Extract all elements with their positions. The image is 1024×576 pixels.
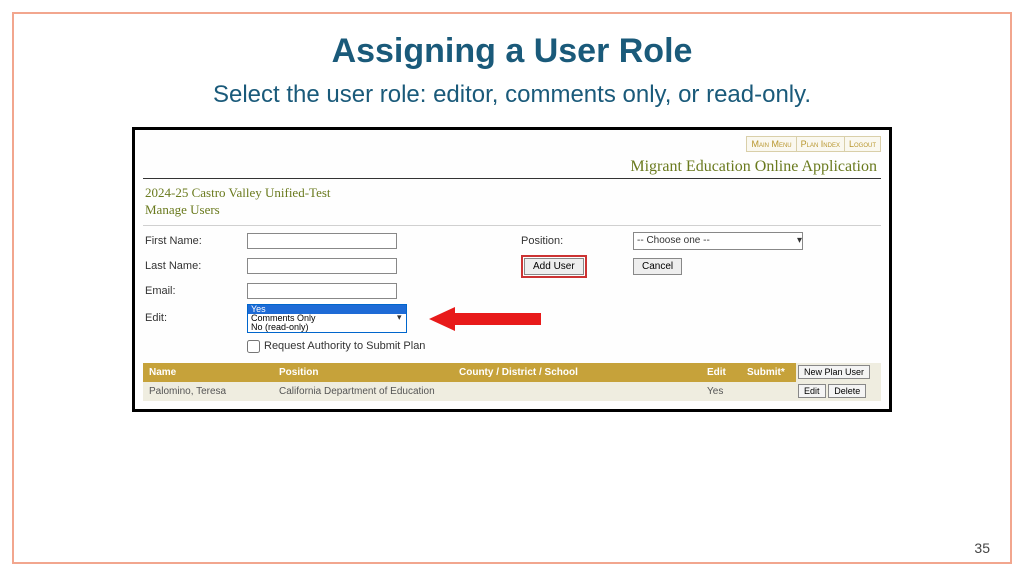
page-number: 35 bbox=[974, 540, 990, 556]
col-position: Position bbox=[273, 363, 453, 382]
row-edit-button[interactable]: Edit bbox=[798, 384, 826, 398]
app-screenshot: Main MenuPlan IndexLogout Migrant Educat… bbox=[132, 127, 892, 412]
nav-logout[interactable]: Logout bbox=[844, 136, 881, 152]
callout-arrow-icon bbox=[429, 310, 539, 328]
col-cds: County / District / School bbox=[453, 363, 701, 382]
col-submit: Submit* bbox=[741, 363, 796, 382]
col-edit: Edit bbox=[701, 363, 741, 382]
cell-submit bbox=[741, 382, 796, 401]
row-delete-button[interactable]: Delete bbox=[828, 384, 866, 398]
add-user-highlight: Add User bbox=[521, 255, 587, 278]
position-select[interactable]: -- Choose one --▾ bbox=[633, 232, 803, 250]
request-authority-checkbox[interactable] bbox=[247, 340, 260, 353]
edit-option-readonly[interactable]: No (read-only) bbox=[248, 323, 406, 332]
email-input[interactable] bbox=[247, 283, 397, 299]
context-year-district: 2024-25 Castro Valley Unified-Test bbox=[145, 185, 879, 202]
app-title: Migrant Education Online Application bbox=[143, 156, 881, 179]
cell-edit: Yes bbox=[701, 382, 741, 401]
user-form: First Name: Position: -- Choose one --▾ … bbox=[143, 232, 881, 353]
context-page: Manage Users bbox=[145, 202, 879, 219]
chevron-down-icon: ▾ bbox=[397, 312, 402, 323]
divider bbox=[143, 225, 881, 226]
nav-plan-index[interactable]: Plan Index bbox=[796, 136, 845, 152]
position-label: Position: bbox=[521, 235, 621, 247]
add-user-button[interactable]: Add User bbox=[524, 258, 584, 275]
slide-title: Assigning a User Role bbox=[44, 32, 980, 71]
cell-position: California Department of Education bbox=[273, 382, 453, 401]
table-row: Palomino, Teresa California Department o… bbox=[143, 382, 881, 401]
slide-subtitle: Select the user role: editor, comments o… bbox=[44, 81, 980, 109]
new-plan-user-button[interactable]: New Plan User bbox=[798, 365, 870, 379]
email-label: Email: bbox=[145, 285, 235, 297]
users-table: Name Position County / District / School… bbox=[143, 363, 881, 401]
cancel-button[interactable]: Cancel bbox=[633, 258, 682, 275]
nav-main-menu[interactable]: Main Menu bbox=[746, 136, 796, 152]
top-nav: Main MenuPlan IndexLogout bbox=[143, 134, 881, 156]
col-new-plan: New Plan User bbox=[796, 363, 881, 382]
first-name-label: First Name: bbox=[145, 235, 235, 247]
first-name-input[interactable] bbox=[247, 233, 397, 249]
last-name-label: Last Name: bbox=[145, 260, 235, 272]
col-name: Name bbox=[143, 363, 273, 382]
last-name-input[interactable] bbox=[247, 258, 397, 274]
cell-cds bbox=[453, 382, 701, 401]
edit-role-dropdown[interactable]: Yes Comments Only No (read-only) bbox=[247, 304, 407, 333]
request-authority-label: Request Authority to Submit Plan bbox=[264, 340, 425, 352]
edit-label: Edit: bbox=[145, 312, 235, 324]
cell-name: Palomino, Teresa bbox=[143, 382, 273, 401]
context-block: 2024-25 Castro Valley Unified-Test Manag… bbox=[143, 179, 881, 223]
